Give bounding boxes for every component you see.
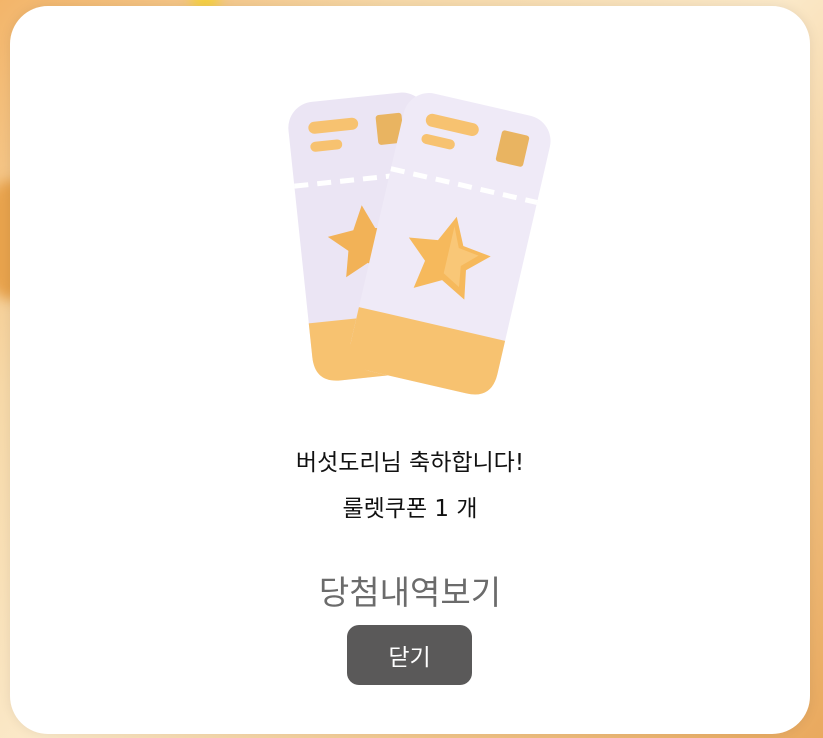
close-button[interactable]: 닫기	[347, 625, 472, 685]
reward-dialog: 버섯도리님 축하합니다! 룰렛쿠폰 1 개 당첨내역보기 닫기	[10, 6, 810, 734]
coupon-tickets-icon	[288, 92, 551, 395]
congratulations-title: 버섯도리님 축하합니다!	[295, 450, 525, 476]
reward-text: 룰렛쿠폰 1 개	[342, 496, 478, 522]
view-history-link[interactable]: 당첨내역보기	[10, 566, 810, 614]
